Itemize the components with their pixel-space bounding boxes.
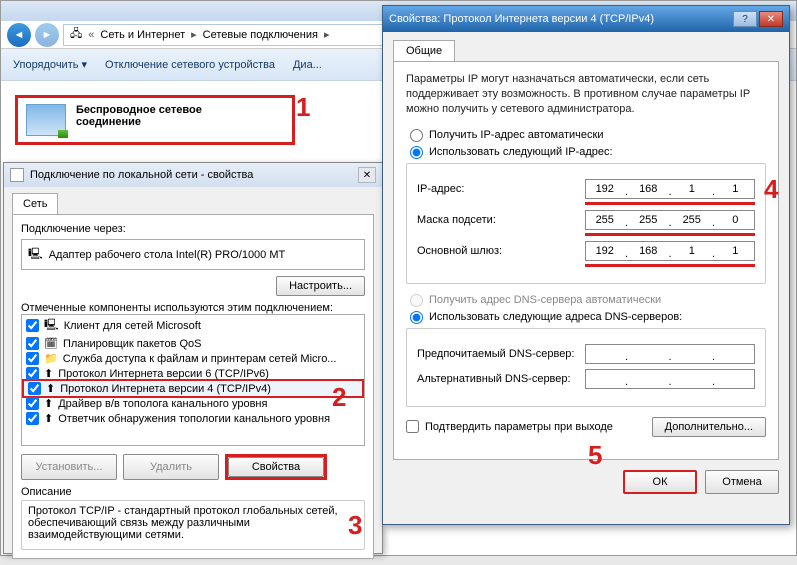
dialog-titlebar: Подключение по локальной сети - свойства… bbox=[4, 163, 382, 187]
checkbox[interactable] bbox=[406, 420, 419, 433]
alternate-dns-field[interactable]: ... bbox=[585, 369, 755, 389]
dialog-buttons: ОК Отмена bbox=[393, 470, 779, 494]
properties-button[interactable]: Свойства bbox=[228, 457, 324, 477]
connection-icon bbox=[26, 104, 66, 136]
ip-label: IP-адрес: bbox=[417, 183, 585, 195]
checkbox[interactable] bbox=[26, 412, 39, 425]
callout-4: 4 bbox=[764, 174, 778, 205]
wireless-connection-item[interactable]: Беспроводное сетевое соединение bbox=[15, 95, 295, 145]
organize-menu[interactable]: Упорядочить ▾ bbox=[13, 58, 87, 71]
close-icon[interactable]: ✕ bbox=[358, 167, 376, 183]
local-connection-properties-dialog: Подключение по локальной сети - свойства… bbox=[3, 162, 383, 554]
ipv4-title-text: Свойства: Протокол Интернета версии 4 (T… bbox=[389, 13, 654, 25]
callout-1: 1 bbox=[296, 92, 310, 123]
remove-button[interactable]: Удалить bbox=[123, 454, 219, 480]
radio-auto-dns: Получить адрес DNS-сервера автоматически bbox=[410, 294, 766, 307]
connect-via-label: Подключение через: bbox=[21, 223, 365, 235]
dns-fields-group: Предпочитаемый DNS-сервер: ... Альтернат… bbox=[406, 328, 766, 407]
ip-address-field[interactable]: 192.168.1.1 bbox=[585, 179, 755, 199]
disable-device-button[interactable]: Отключение сетевого устройства bbox=[105, 59, 275, 71]
install-button[interactable]: Установить... bbox=[21, 454, 117, 480]
checkbox[interactable] bbox=[28, 382, 41, 395]
adapter-box: 🖳 Адаптер рабочего стола Intel(R) PRO/10… bbox=[21, 239, 365, 270]
gateway-label: Основной шлюз: bbox=[417, 245, 585, 257]
checkbox[interactable] bbox=[26, 319, 39, 332]
callout-2: 2 bbox=[332, 382, 346, 413]
list-item[interactable]: 🗓Планировщик пакетов QoS bbox=[22, 336, 364, 351]
gateway-field[interactable]: 192.168.1.1 bbox=[585, 241, 755, 261]
checkbox[interactable] bbox=[26, 367, 39, 380]
components-label: Отмеченные компоненты используются этим … bbox=[21, 302, 365, 314]
radio-manual-ip[interactable]: Использовать следующий IP-адрес: bbox=[410, 146, 766, 159]
configure-button[interactable]: Настроить... bbox=[276, 276, 365, 296]
list-item[interactable]: 🖳Клиент для сетей Microsoft bbox=[22, 315, 364, 336]
tab-network[interactable]: Сеть bbox=[12, 193, 58, 214]
confirm-on-exit[interactable]: Подтвердить параметры при выходе Дополни… bbox=[406, 417, 766, 437]
tab-general[interactable]: Общие bbox=[393, 40, 455, 61]
list-item[interactable]: ⬆Драйвер в/в тополога канального уровня bbox=[22, 396, 364, 411]
advanced-button[interactable]: Дополнительно... bbox=[652, 417, 766, 437]
callout-3: 3 bbox=[348, 510, 362, 541]
list-item[interactable]: 📁Служба доступа к файлам и принтерам сет… bbox=[22, 351, 364, 366]
crumb[interactable]: Сеть и Интернет bbox=[100, 29, 185, 41]
callout-5: 5 bbox=[588, 440, 602, 471]
ok-button[interactable]: ОК bbox=[623, 470, 697, 494]
mask-label: Маска подсети: bbox=[417, 214, 585, 226]
ipv4-titlebar: Свойства: Протокол Интернета версии 4 (T… bbox=[383, 6, 789, 32]
radio-auto-ip[interactable]: Получить IP-адрес автоматически bbox=[410, 129, 766, 142]
radio-manual-dns[interactable]: Использовать следующие адреса DNS-сервер… bbox=[410, 311, 766, 324]
properties-highlight: Свойства bbox=[225, 454, 327, 480]
components-list[interactable]: 🖳Клиент для сетей Microsoft 🗓Планировщик… bbox=[21, 314, 365, 446]
checkbox[interactable] bbox=[26, 352, 39, 365]
diagnose-button[interactable]: Диа... bbox=[293, 59, 322, 71]
connection-label: Беспроводное сетевое соединение bbox=[76, 104, 202, 128]
preferred-dns-field[interactable]: ... bbox=[585, 344, 755, 364]
intro-text: Параметры IP могут назначаться автоматич… bbox=[406, 72, 766, 117]
dns2-label: Альтернативный DNS-сервер: bbox=[417, 373, 585, 385]
dialog-title: Подключение по локальной сети - свойства bbox=[30, 169, 352, 181]
radio[interactable] bbox=[410, 146, 423, 159]
network-tab-panel: Подключение через: 🖳 Адаптер рабочего ст… bbox=[12, 214, 374, 559]
subnet-mask-field[interactable]: 255.255.255.0 bbox=[585, 210, 755, 230]
back-button[interactable]: ◄ bbox=[7, 23, 31, 47]
list-item[interactable]: ⬆Ответчик обнаружения топологии канально… bbox=[22, 411, 364, 426]
description-group: Описание Протокол TCP/IP - стандартный п… bbox=[21, 486, 365, 550]
radio bbox=[410, 294, 423, 307]
general-panel: Параметры IP могут назначаться автоматич… bbox=[393, 61, 779, 460]
adapter-name: Адаптер рабочего стола Intel(R) PRO/1000… bbox=[49, 249, 286, 261]
checkbox[interactable] bbox=[26, 337, 39, 350]
dns1-label: Предпочитаемый DNS-сервер: bbox=[417, 348, 585, 360]
radio[interactable] bbox=[410, 129, 423, 142]
crumb[interactable]: Сетевые подключения bbox=[203, 29, 318, 41]
checkbox[interactable] bbox=[26, 397, 39, 410]
ipv4-properties-dialog: Свойства: Протокол Интернета версии 4 (T… bbox=[382, 5, 790, 525]
help-button[interactable]: ? bbox=[733, 11, 757, 27]
forward-button[interactable]: ► bbox=[35, 23, 59, 47]
adapter-icon: 🖳 bbox=[28, 245, 43, 264]
close-button[interactable]: ✕ bbox=[759, 11, 783, 27]
network-icon: 🖧 bbox=[70, 25, 82, 44]
pushpin-icon bbox=[10, 168, 24, 182]
ip-fields-group: IP-адрес: 192.168.1.1 Маска подсети: 255… bbox=[406, 163, 766, 284]
description-text: Протокол TCP/IP - стандартный протокол г… bbox=[21, 500, 365, 550]
radio[interactable] bbox=[410, 311, 423, 324]
cancel-button[interactable]: Отмена bbox=[705, 470, 779, 494]
description-head: Описание bbox=[21, 486, 365, 498]
